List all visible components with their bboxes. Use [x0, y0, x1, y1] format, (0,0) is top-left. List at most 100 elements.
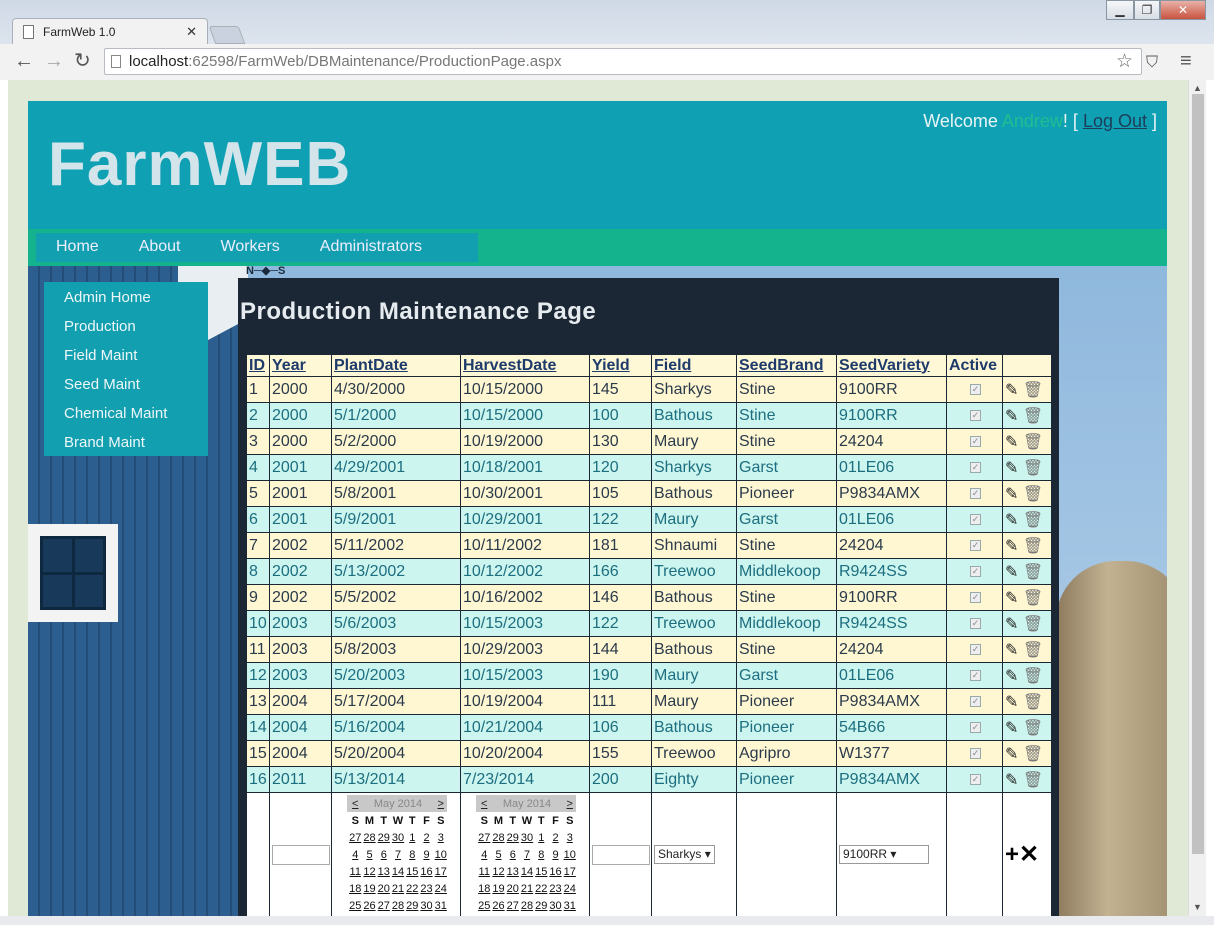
- menu-workers[interactable]: Workers: [201, 233, 300, 262]
- calendar-day[interactable]: 26: [361, 897, 376, 914]
- pencil-icon[interactable]: ✎: [1005, 772, 1018, 789]
- next-month-link[interactable]: >: [432, 795, 447, 812]
- calendar-day[interactable]: 24: [432, 880, 447, 897]
- trash-icon[interactable]: 🗑: [1023, 642, 1043, 659]
- calendar-day[interactable]: 1: [404, 829, 419, 846]
- calendar-day[interactable]: 12: [361, 863, 376, 880]
- calendar-day[interactable]: 18: [476, 880, 491, 897]
- menu-about[interactable]: About: [119, 233, 201, 262]
- trash-icon[interactable]: 🗑: [1023, 486, 1043, 503]
- calendar-day[interactable]: 31: [561, 897, 576, 914]
- logout-link[interactable]: Log Out: [1083, 111, 1147, 131]
- calendar-day[interactable]: 27: [476, 829, 491, 846]
- plus-icon[interactable]: +: [1005, 841, 1019, 868]
- trash-icon[interactable]: 🗑: [1023, 746, 1043, 763]
- calendar-day[interactable]: 9: [418, 846, 433, 863]
- pencil-icon[interactable]: ✎: [1005, 512, 1018, 529]
- calendar-day[interactable]: 27: [375, 897, 390, 914]
- calendar-day[interactable]: 26: [490, 897, 505, 914]
- calendar-day[interactable]: 11: [476, 863, 491, 880]
- calendar-day[interactable]: 25: [476, 897, 491, 914]
- maximize-icon[interactable]: ❐: [1134, 0, 1160, 20]
- header-harvestdate[interactable]: HarvestDate: [460, 354, 590, 377]
- calendar-day[interactable]: 8: [404, 846, 419, 863]
- calendar-day[interactable]: 22: [533, 880, 548, 897]
- calendar-day[interactable]: 21: [389, 880, 405, 897]
- trash-icon[interactable]: 🗑: [1023, 538, 1043, 555]
- calendar-day[interactable]: 4: [347, 846, 362, 863]
- trash-icon[interactable]: 🗑: [1023, 460, 1043, 477]
- pencil-icon[interactable]: ✎: [1005, 434, 1018, 451]
- pencil-icon[interactable]: ✎: [1005, 616, 1018, 633]
- calendar-day[interactable]: 19: [490, 880, 505, 897]
- calendar-day[interactable]: 3: [561, 829, 576, 846]
- header-plantdate[interactable]: PlantDate: [331, 354, 461, 377]
- sidemenu-seed-maint[interactable]: Seed Maint: [44, 369, 208, 398]
- sidemenu-admin-home[interactable]: Admin Home: [44, 282, 208, 311]
- calendar-day[interactable]: 6: [375, 846, 390, 863]
- menu-icon[interactable]: ≡: [1180, 51, 1192, 71]
- calendar-day[interactable]: 16: [418, 863, 433, 880]
- calendar-day[interactable]: 15: [533, 863, 548, 880]
- close-tab-icon[interactable]: ✕: [186, 24, 197, 40]
- calendar-day[interactable]: 21: [518, 880, 534, 897]
- field-select[interactable]: Sharkys ▾: [654, 845, 715, 864]
- scrollbar-thumb[interactable]: [1192, 94, 1204, 854]
- calendar-day[interactable]: 29: [533, 897, 548, 914]
- close-window-icon[interactable]: ✕: [1160, 0, 1206, 20]
- prev-month-link[interactable]: <: [347, 795, 362, 812]
- header-year[interactable]: Year: [269, 354, 332, 377]
- calendar-day[interactable]: 1: [533, 829, 548, 846]
- bookmark-star-icon[interactable]: ☆: [1116, 50, 1133, 73]
- trash-icon[interactable]: 🗑: [1023, 382, 1043, 399]
- calendar-day[interactable]: 8: [533, 846, 548, 863]
- sidemenu-field-maint[interactable]: Field Maint: [44, 340, 208, 369]
- prev-month-link[interactable]: <: [476, 795, 491, 812]
- calendar-day[interactable]: 23: [547, 880, 562, 897]
- header-seedvariety[interactable]: SeedVariety: [836, 354, 947, 377]
- calendar-day[interactable]: 27: [347, 829, 362, 846]
- sidemenu-chemical-maint[interactable]: Chemical Maint: [44, 398, 208, 427]
- calendar-day[interactable]: 6: [504, 846, 519, 863]
- pencil-icon[interactable]: ✎: [1005, 408, 1018, 425]
- calendar-day[interactable]: 29: [504, 829, 519, 846]
- calendar-day[interactable]: 14: [518, 863, 534, 880]
- pencil-icon[interactable]: ✎: [1005, 460, 1018, 477]
- calendar-day[interactable]: 25: [347, 897, 362, 914]
- calendar-day[interactable]: 5: [490, 846, 505, 863]
- forward-icon[interactable]: →: [44, 51, 64, 71]
- calendar-day[interactable]: 30: [418, 897, 433, 914]
- trash-icon[interactable]: 🗑: [1023, 616, 1043, 633]
- variety-select[interactable]: 9100RR ▾: [839, 845, 929, 864]
- calendar-day[interactable]: 15: [404, 863, 419, 880]
- calendar-day[interactable]: 18: [347, 880, 362, 897]
- pencil-icon[interactable]: ✎: [1005, 564, 1018, 581]
- trash-icon[interactable]: 🗑: [1023, 434, 1043, 451]
- calendar-day[interactable]: 9: [547, 846, 562, 863]
- calendar-day[interactable]: 31: [432, 897, 447, 914]
- pencil-icon[interactable]: ✎: [1005, 590, 1018, 607]
- new-tab-button[interactable]: [208, 26, 246, 44]
- calendar-day[interactable]: 14: [389, 863, 405, 880]
- scroll-up-icon[interactable]: ▲: [1193, 83, 1202, 93]
- calendar-day[interactable]: 30: [389, 829, 405, 846]
- browser-tab[interactable]: FarmWeb 1.0 ✕: [12, 18, 208, 46]
- menu-administrators[interactable]: Administrators: [300, 233, 442, 262]
- yield-input[interactable]: [592, 844, 650, 865]
- address-bar[interactable]: localhost:62598/FarmWeb/DBMaintenance/Pr…: [104, 48, 1142, 75]
- menu-home[interactable]: Home: [36, 233, 119, 262]
- calendar-day[interactable]: 28: [518, 897, 534, 914]
- reload-icon[interactable]: ↻: [74, 51, 91, 71]
- pencil-icon[interactable]: ✎: [1005, 382, 1018, 399]
- calendar-day[interactable]: 28: [490, 829, 505, 846]
- calendar-day[interactable]: 10: [432, 846, 447, 863]
- pencil-icon[interactable]: ✎: [1005, 668, 1018, 685]
- pencil-icon[interactable]: ✎: [1005, 642, 1018, 659]
- pencil-icon[interactable]: ✎: [1005, 486, 1018, 503]
- calendar-day[interactable]: 2: [547, 829, 562, 846]
- calendar-day[interactable]: 17: [561, 863, 576, 880]
- calendar-day[interactable]: 30: [518, 829, 534, 846]
- calendar-day[interactable]: 19: [361, 880, 376, 897]
- calendar-day[interactable]: 12: [490, 863, 505, 880]
- calendar-day[interactable]: 29: [375, 829, 390, 846]
